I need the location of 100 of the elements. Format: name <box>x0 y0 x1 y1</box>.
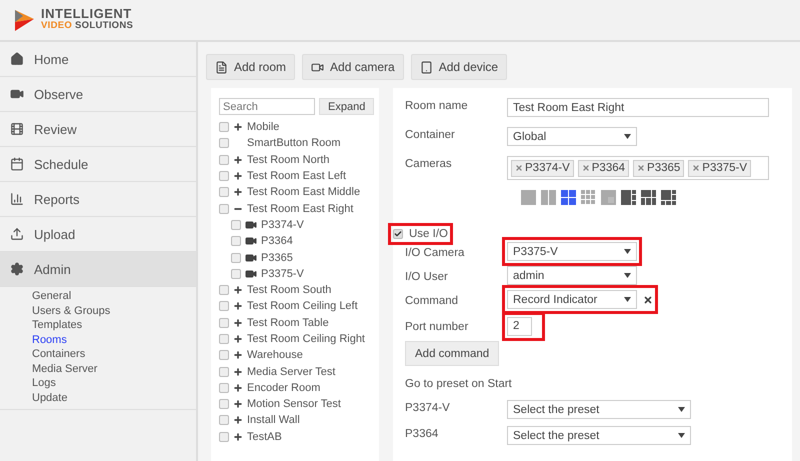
add-command-button[interactable]: Add command <box>405 341 500 366</box>
tree-checkbox[interactable] <box>219 301 229 312</box>
expand-icon[interactable] <box>233 382 243 393</box>
input-field[interactable]: 2 <box>507 316 532 336</box>
tree-item[interactable]: P3375-V <box>261 268 304 280</box>
expand-icon[interactable] <box>233 122 243 132</box>
field-label: Port number <box>405 320 470 333</box>
tree-checkbox[interactable] <box>219 318 229 328</box>
expand-icon[interactable] <box>233 334 243 344</box>
tree-item[interactable]: SmartButton Room <box>247 137 341 150</box>
submenu-link[interactable]: Rooms <box>32 332 196 347</box>
tree-checkbox[interactable] <box>219 382 229 393</box>
tree-checkbox[interactable] <box>219 366 229 377</box>
dropdown[interactable]: Record Indicator <box>507 290 637 309</box>
submenu-link[interactable]: Containers <box>32 347 196 362</box>
expand-icon[interactable] <box>233 285 243 296</box>
dropdown[interactable]: Global <box>507 127 637 146</box>
toolbar-button[interactable]: Add device <box>410 54 508 80</box>
tree-checkbox[interactable] <box>219 138 229 148</box>
tree-item[interactable]: Encoder Room <box>247 382 320 394</box>
expand-icon[interactable] <box>233 366 243 377</box>
tree-checkbox[interactable] <box>219 187 229 198</box>
settings-icon <box>10 262 24 276</box>
tree-item[interactable]: Install Wall <box>247 414 300 426</box>
tree-item[interactable]: Test Room South <box>247 284 332 296</box>
tree-checkbox[interactable] <box>219 204 229 214</box>
expand-icon[interactable] <box>233 318 243 328</box>
tree-item[interactable]: P3374-V <box>261 218 304 231</box>
submenu-link[interactable]: Logs <box>32 376 196 390</box>
layout-grid-icon[interactable] <box>561 190 576 205</box>
tree-item[interactable]: Media Server Test <box>247 366 336 378</box>
layout-grid-icon[interactable] <box>661 190 676 205</box>
tree-checkbox[interactable] <box>231 220 241 230</box>
toolbar-button[interactable]: Add room <box>206 54 296 80</box>
nav-item[interactable]: Schedule <box>0 147 196 182</box>
tree-checkbox[interactable] <box>219 350 229 360</box>
remove-icon[interactable] <box>643 294 653 304</box>
submenu-link[interactable]: Templates <box>32 318 196 332</box>
tree-item[interactable]: Test Room Table <box>247 316 329 329</box>
submenu-link[interactable]: Media Server <box>32 362 196 376</box>
layout-grid-icon[interactable] <box>641 190 656 205</box>
submenu-link[interactable]: Users & Groups <box>32 304 196 318</box>
tree-checkbox[interactable] <box>219 171 229 182</box>
tree-checkbox[interactable] <box>219 399 229 410</box>
tree-item[interactable]: Test Room East Middle <box>247 186 360 198</box>
expand-icon[interactable] <box>233 154 243 165</box>
expand-icon[interactable] <box>233 171 243 182</box>
caret-icon <box>624 273 631 278</box>
film-icon <box>10 122 24 136</box>
camera-tag[interactable]: P3364 <box>578 160 630 176</box>
expand-icon[interactable] <box>233 187 243 198</box>
nav-item[interactable]: Admin <box>0 252 196 287</box>
tree-checkbox[interactable] <box>219 415 229 426</box>
tree-checkbox[interactable] <box>219 334 229 344</box>
search-field[interactable]: Search <box>219 98 315 115</box>
upload-icon <box>10 227 24 241</box>
expand-icon[interactable] <box>233 350 243 360</box>
camera-tag[interactable]: P3375-V <box>688 160 752 176</box>
nav-item[interactable]: Home <box>0 42 196 77</box>
tree-item[interactable]: Test Room East Right <box>247 202 354 215</box>
tree-item[interactable]: P3365 <box>261 252 293 264</box>
tree-checkbox[interactable] <box>219 285 229 296</box>
submenu-link[interactable]: Update <box>32 390 196 405</box>
tree-item[interactable]: P3364 <box>261 235 293 248</box>
expand-icon[interactable] <box>233 415 243 426</box>
expand-icon[interactable] <box>233 301 243 312</box>
expand-icon[interactable] <box>233 399 243 410</box>
nav-item[interactable]: Reports <box>0 182 196 217</box>
tree-item[interactable]: Test Room Ceiling Right <box>247 333 365 345</box>
tree-item[interactable]: Test Room North <box>247 154 330 166</box>
layout-grid-icon[interactable] <box>621 190 636 205</box>
nav-item[interactable]: Review <box>0 112 196 147</box>
dropdown[interactable]: Select the preset <box>507 426 691 445</box>
input-field[interactable]: Test Room East Right <box>507 98 769 117</box>
tree-checkbox[interactable] <box>231 268 241 279</box>
logo-icon <box>13 8 35 32</box>
dropdown[interactable]: P3375-V <box>507 242 637 261</box>
tree-checkbox[interactable] <box>219 432 229 442</box>
tree-item[interactable]: TestAB <box>247 430 282 443</box>
tree-checkbox[interactable] <box>219 154 229 165</box>
tree-item[interactable]: Mobile <box>247 121 280 134</box>
tree-item[interactable]: Test Room Ceiling Left <box>247 300 358 312</box>
tree-checkbox[interactable] <box>219 122 229 132</box>
camera-tag[interactable]: P3365 <box>633 160 684 176</box>
nav-item[interactable]: Observe <box>0 77 196 112</box>
tree-checkbox[interactable] <box>231 236 241 246</box>
tree-item[interactable]: Motion Sensor Test <box>247 398 341 410</box>
dropdown[interactable]: Select the preset <box>507 400 691 419</box>
dropdown[interactable]: admin <box>507 266 637 285</box>
tag-input[interactable]: P3374-V P3364 P3365 P3375-V <box>507 156 769 180</box>
tree-item[interactable]: Test Room East Left <box>247 170 346 182</box>
expand-button[interactable]: Expand <box>319 98 374 115</box>
camera-tag[interactable]: P3374-V <box>511 160 574 176</box>
toolbar-button[interactable]: Add camera <box>302 54 404 80</box>
expand-icon[interactable] <box>233 432 243 442</box>
submenu-link[interactable]: General <box>32 289 196 304</box>
checkbox[interactable] <box>393 229 403 239</box>
tree-item[interactable]: Warehouse <box>247 349 303 362</box>
tree-checkbox[interactable] <box>231 252 241 263</box>
field-label: I/O User <box>405 270 449 282</box>
